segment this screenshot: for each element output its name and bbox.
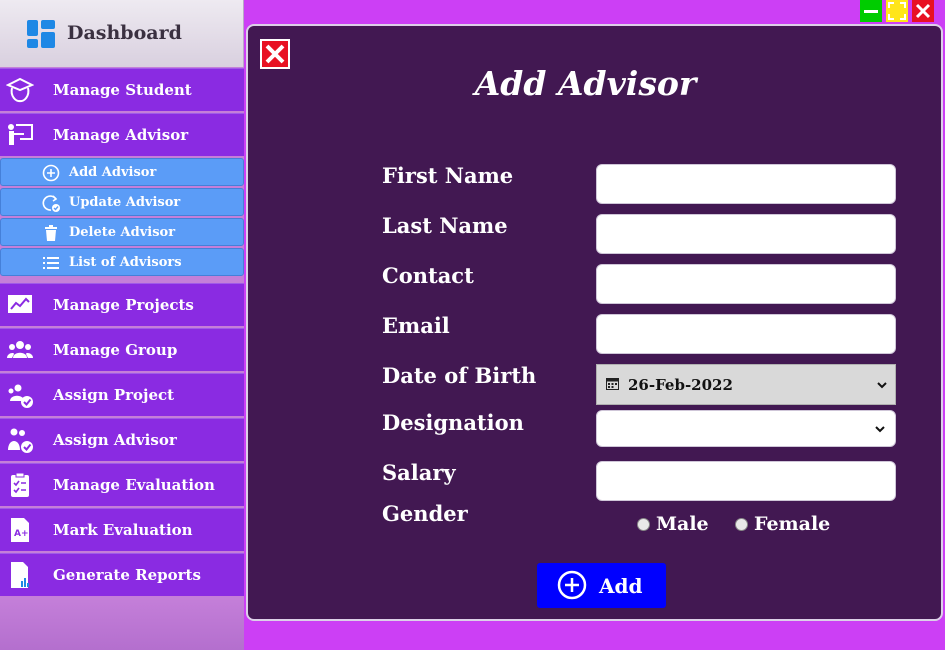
sidebar-item-label: Manage Group <box>53 341 178 359</box>
radio-circle <box>637 518 650 531</box>
group-icon <box>7 341 33 358</box>
clipboard-check-icon <box>11 472 29 497</box>
sidebar-item-manage-advisor[interactable]: Manage Advisor <box>0 113 244 157</box>
calendar-icon <box>606 378 619 390</box>
minimize-icon <box>864 10 878 13</box>
add-advisor-panel: Add Advisor First Name Last Name Contact… <box>246 24 943 621</box>
email-input[interactable] <box>596 314 896 354</box>
sidebar-subitem-label: Add Advisor <box>69 165 157 180</box>
chevron-down-icon <box>875 426 885 433</box>
sidebar-item-label: Mark Evaluation <box>53 521 193 539</box>
dob-picker[interactable]: 26-Feb-2022 <box>596 364 896 405</box>
first-name-label: First Name <box>382 163 514 188</box>
salary-input[interactable] <box>596 461 896 501</box>
minimize-button[interactable] <box>860 0 882 22</box>
maximize-button[interactable] <box>886 0 908 22</box>
sidebar-item-manage-projects[interactable]: Manage Projects <box>0 283 244 327</box>
trash-icon <box>45 225 57 241</box>
sidebar-subitem-label: Delete Advisor <box>69 225 176 240</box>
first-name-input[interactable] <box>596 164 896 204</box>
designation-label: Designation <box>382 410 524 435</box>
sidebar-subitem-label: Update Advisor <box>69 195 181 210</box>
dob-label: Date of Birth <box>382 363 537 388</box>
list-icon <box>43 257 59 269</box>
email-label: Email <box>382 313 450 338</box>
group-check-icon <box>8 384 33 408</box>
dashboard-icon <box>27 20 55 48</box>
report-icon <box>11 562 29 588</box>
users-check-icon <box>8 428 33 453</box>
sidebar-footer <box>0 598 244 650</box>
sidebar-subitem-update-advisor[interactable]: Update Advisor <box>0 188 244 216</box>
sidebar: Dashboard Manage Student Manage Advisor … <box>0 0 244 650</box>
sidebar-item-manage-student[interactable]: Manage Student <box>0 68 244 112</box>
sidebar-item-label: Assign Advisor <box>53 431 177 449</box>
graduation-cap-icon <box>6 77 34 103</box>
sidebar-subitem-list-advisors[interactable]: List of Advisors <box>0 248 244 276</box>
sidebar-item-label: Generate Reports <box>53 566 201 584</box>
chart-board-icon <box>8 295 32 313</box>
sidebar-item-label: Manage Evaluation <box>53 476 215 494</box>
close-button[interactable] <box>912 0 934 22</box>
add-button-label: Add <box>599 574 643 598</box>
sidebar-item-label: Assign Project <box>53 386 175 404</box>
sidebar-item-label: Manage Advisor <box>53 126 189 144</box>
chevron-down-icon <box>877 382 887 389</box>
dashboard-label: Dashboard <box>67 22 182 44</box>
plus-circle-icon <box>557 570 587 600</box>
refresh-check-icon <box>42 195 60 212</box>
gender-label: Gender <box>382 501 468 526</box>
radio-circle <box>735 518 748 531</box>
sidebar-item-manage-evaluation[interactable]: Manage Evaluation <box>0 463 244 507</box>
grade-paper-icon: A+ <box>11 518 29 542</box>
gender-male-label: Male <box>656 513 709 535</box>
sidebar-item-manage-group[interactable]: Manage Group <box>0 328 244 372</box>
salary-label: Salary <box>382 460 456 485</box>
sidebar-subitem-delete-advisor[interactable]: Delete Advisor <box>0 218 244 246</box>
last-name-input[interactable] <box>596 214 896 254</box>
add-button[interactable]: Add <box>537 563 666 608</box>
sidebar-item-label: Manage Student <box>53 81 192 99</box>
close-icon <box>915 3 931 19</box>
dashboard-button[interactable]: Dashboard <box>0 0 244 67</box>
page-title: Add Advisor <box>474 64 697 103</box>
gender-female-label: Female <box>754 513 831 535</box>
sidebar-subitem-label: List of Advisors <box>69 255 182 270</box>
dob-value: 26-Feb-2022 <box>628 376 733 394</box>
sidebar-item-generate-reports[interactable]: Generate Reports <box>0 553 244 597</box>
teacher-board-icon <box>8 124 33 145</box>
designation-select[interactable] <box>596 410 896 447</box>
plus-circle-icon <box>42 164 60 182</box>
maximize-icon <box>888 2 906 20</box>
sidebar-subitem-add-advisor[interactable]: Add Advisor <box>0 158 244 186</box>
sidebar-item-label: Manage Projects <box>53 296 194 314</box>
sidebar-item-assign-advisor[interactable]: Assign Advisor <box>0 418 244 462</box>
svg-text:A+: A+ <box>14 529 29 539</box>
sidebar-item-mark-evaluation[interactable]: A+ Mark Evaluation <box>0 508 244 552</box>
contact-input[interactable] <box>596 264 896 304</box>
contact-label: Contact <box>382 263 474 288</box>
sidebar-item-assign-project[interactable]: Assign Project <box>0 373 244 417</box>
last-name-label: Last Name <box>382 213 508 238</box>
